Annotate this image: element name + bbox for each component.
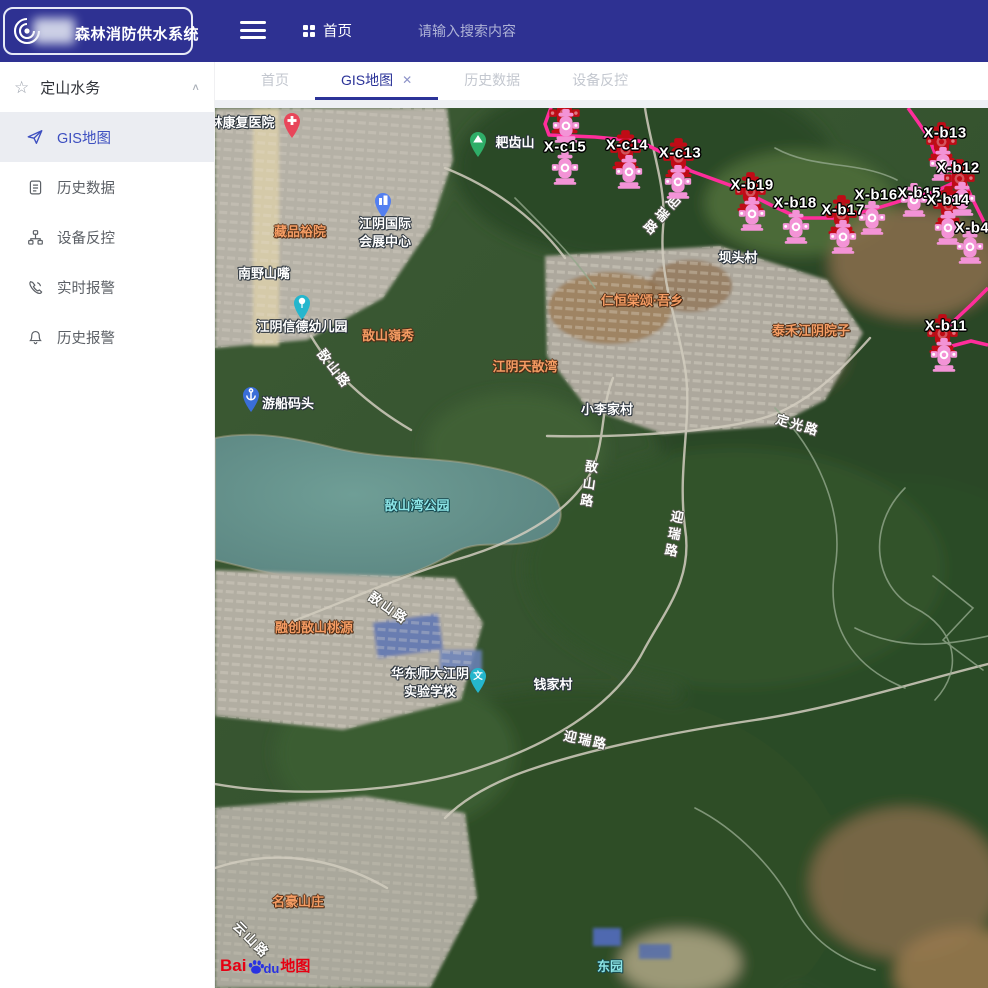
hydrant-marker-label[interactable]: X-b4 — [955, 220, 988, 237]
hydrant-marker-label[interactable]: X-b11 — [925, 318, 968, 335]
search-input[interactable] — [416, 16, 590, 46]
mountain-pin — [468, 130, 488, 158]
menu-toggle-icon[interactable] — [240, 21, 266, 41]
gis-map[interactable]: X-c15X-c14X-c13X-b19X-b18X-b17X-b16X-b15… — [215, 108, 988, 988]
map-label: 钱家村 — [533, 676, 572, 694]
send-icon — [26, 128, 44, 146]
map-label: 坝头村 — [718, 249, 757, 267]
map-label: 泰禾江阴院子 — [772, 322, 850, 340]
sidebar-item-3[interactable]: 实时报警 — [0, 262, 214, 312]
map-label: 江阴信德幼儿园 — [256, 318, 347, 336]
sidebar-item-4[interactable]: 历史报警 — [0, 312, 214, 362]
sidebar-item-label: 实时报警 — [57, 277, 115, 298]
tab-2[interactable]: 历史数据 — [438, 62, 546, 100]
tab-3[interactable]: 设备反控 — [546, 62, 654, 100]
sidebar-item-0[interactable]: GIS地图 — [0, 112, 214, 162]
breadcrumb-home[interactable]: 首页 — [303, 20, 352, 41]
map-label: 江阴国际 会展中心 — [359, 215, 411, 251]
app-header: 森林消防供水系统 首页 — [0, 0, 988, 62]
tab-0[interactable]: 首页 — [235, 62, 315, 100]
hospital-pin — [282, 111, 302, 139]
chevron-up-icon[interactable]: ∧ — [191, 81, 200, 92]
map-label: 藏品裕院 — [274, 223, 326, 241]
hydrant-icon-pink[interactable] — [928, 337, 960, 373]
map-label: 华东师大江阴 实验学校 — [391, 665, 469, 701]
breadcrumb-label: 首页 — [323, 20, 352, 41]
map-label: 敔山湾公园 — [384, 497, 449, 515]
hydrant-marker-label[interactable]: X-b12 — [936, 160, 979, 177]
baidu-logo-text-du: du — [263, 961, 279, 976]
svg-text:文: 文 — [472, 670, 483, 682]
favorite-star-icon: ☆ — [14, 79, 29, 96]
map-label: 小李家村 — [581, 401, 633, 419]
sidebar-item-label: 历史报警 — [57, 327, 115, 348]
sidebar-item-1[interactable]: 历史数据 — [0, 162, 214, 212]
baidu-logo-text-map: 地图 — [280, 955, 310, 976]
map-label: 游船码头 — [262, 395, 314, 413]
map-label: 名豪山庄 — [272, 893, 324, 911]
map-label: 敔山嶺秀 — [362, 327, 414, 345]
tab-label: 设备反控 — [572, 70, 628, 90]
content-divider — [215, 100, 988, 108]
sidebar-group-label: 定山水务 — [40, 77, 100, 98]
baidu-logo-text: Bai — [220, 956, 246, 976]
hydrant-marker-label[interactable]: X-b13 — [923, 125, 966, 142]
satellite-imagery — [215, 108, 988, 988]
sidebar-item-2[interactable]: 设备反控 — [0, 212, 214, 262]
hydrant-marker-label[interactable]: X-b18 — [773, 195, 816, 212]
sidebar-item-label: GIS地图 — [57, 127, 111, 148]
tab-label: GIS地图 — [341, 70, 393, 90]
tab-label: 首页 — [261, 70, 289, 90]
tab-label: 历史数据 — [464, 70, 520, 90]
hydrant-marker-label[interactable]: X-b19 — [730, 177, 773, 194]
sidebar-group-dingshan[interactable]: ☆ 定山水务 ∧ — [0, 62, 214, 112]
map-label: 林康复医院 — [215, 114, 275, 132]
hydrant-icon-pink[interactable] — [780, 209, 812, 245]
logo-redacted-blur — [33, 18, 75, 44]
sidebar-item-label: 设备反控 — [57, 227, 115, 248]
hydrant-marker-label[interactable]: X-b14 — [926, 192, 969, 209]
sidebar: ☆ 定山水务 ∧ GIS地图历史数据设备反控实时报警历史报警 — [0, 62, 215, 988]
grid-icon — [303, 25, 315, 37]
baidu-map-logo: Bai du 地图 — [220, 955, 310, 976]
map-label: 融创敔山桃源 — [275, 619, 353, 637]
bell-icon — [26, 329, 44, 346]
map-label: 耙齿山 — [495, 134, 534, 152]
map-label: 仁恒棠颂·吾乡 — [601, 292, 683, 310]
hydrant-icon-pink[interactable] — [827, 219, 859, 255]
tab-close-icon[interactable]: ✕ — [402, 73, 412, 87]
hydrant-icon-pink[interactable] — [736, 196, 768, 232]
map-label: 江阴天敔湾 — [492, 358, 557, 376]
sidebar-item-label: 历史数据 — [57, 177, 115, 198]
phone-icon — [26, 279, 44, 296]
app-logo: 森林消防供水系统 — [3, 7, 193, 55]
tab-bar: 首页 GIS地图 ✕ 历史数据 设备反控 — [215, 62, 988, 100]
app-title: 森林消防供水系统 — [75, 23, 199, 44]
org-icon — [26, 229, 44, 246]
hydrant-marker-label[interactable]: X-c13 — [659, 145, 702, 162]
hydrant-marker-label[interactable]: X-c15 — [544, 139, 587, 156]
hydrant-icon-pink[interactable] — [613, 154, 645, 190]
hydrant-marker-label[interactable]: X-b17 — [821, 202, 864, 219]
hydrant-marker-label[interactable]: X-c14 — [606, 137, 649, 154]
hydrant-icon-pink[interactable] — [662, 164, 694, 200]
school-pin: 文 — [468, 666, 488, 694]
map-label: 东园 — [597, 958, 623, 976]
document-icon — [26, 179, 44, 196]
anchor-pin — [241, 385, 261, 413]
map-label: 南野山嘴 — [238, 265, 290, 283]
tab-1[interactable]: GIS地图 ✕ — [315, 62, 438, 100]
balloon-pin — [292, 293, 312, 321]
hydrant-marker-label[interactable]: X-b16 — [854, 187, 897, 204]
